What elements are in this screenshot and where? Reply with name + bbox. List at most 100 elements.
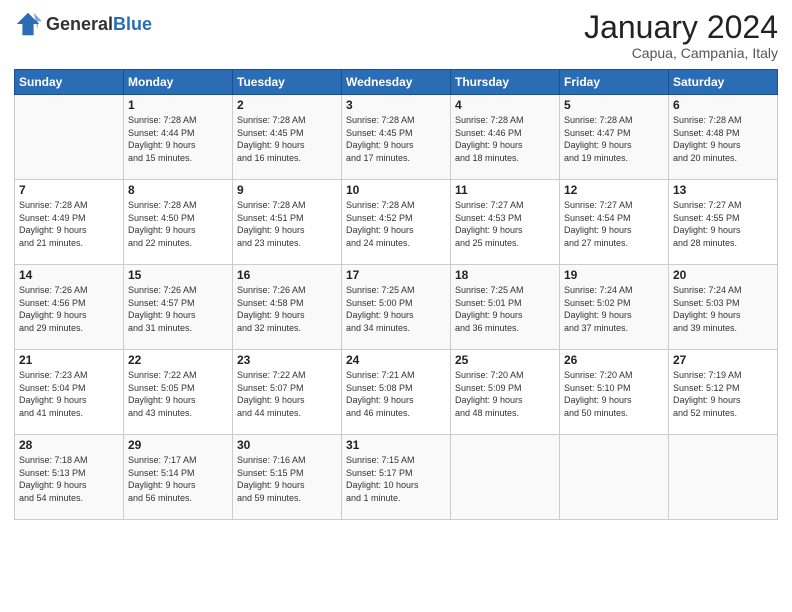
- calendar-cell: 29Sunrise: 7:17 AMSunset: 5:14 PMDayligh…: [124, 435, 233, 520]
- day-info: Sunrise: 7:28 AMSunset: 4:48 PMDaylight:…: [673, 114, 773, 164]
- day-info: Sunrise: 7:19 AMSunset: 5:12 PMDaylight:…: [673, 369, 773, 419]
- day-info: Sunrise: 7:28 AMSunset: 4:51 PMDaylight:…: [237, 199, 337, 249]
- calendar-cell: 10 Sunrise: 7:28 AMSunset: 4:52 PMDayligh…: [342, 180, 451, 265]
- day-info: Sunrise: 7:28 AMSunset: 4:45 PMDaylight:…: [237, 114, 337, 164]
- calendar-cell: 28 Sunrise: 7:18 AMSunset: 5:13 PMDayligh…: [15, 435, 124, 520]
- day-number: 30: [237, 438, 337, 452]
- day-number: 1: [128, 98, 228, 112]
- day-info: Sunrise: 7:27 AMSunset: 4:53 PMDaylight:…: [455, 199, 555, 249]
- day-info: Sunrise: 7:28 AMSunset: 4:44 PMDaylight:…: [128, 114, 228, 164]
- calendar-cell: 27 Sunrise: 7:19 AMSunset: 5:12 PMDayligh…: [669, 350, 778, 435]
- day-info: Sunrise: 7:21 AMSunset: 5:08 PMDaylight:…: [346, 369, 446, 419]
- calendar-cell: [669, 435, 778, 520]
- column-header-tuesday: Tuesday: [233, 70, 342, 95]
- day-info: Sunrise: 7:24 AMSunset: 5:02 PMDaylight:…: [564, 284, 664, 334]
- column-header-friday: Friday: [560, 70, 669, 95]
- calendar-cell: [560, 435, 669, 520]
- day-info: Sunrise: 7:23 AMSunset: 5:04 PMDaylight:…: [19, 369, 119, 419]
- day-number: 17: [346, 268, 446, 282]
- calendar-cell: 11 Sunrise: 7:27 AMSunset: 4:53 PMDayligh…: [451, 180, 560, 265]
- day-number: 16: [237, 268, 337, 282]
- calendar-cell: 8 Sunrise: 7:28 AMSunset: 4:50 PMDaylight…: [124, 180, 233, 265]
- day-info: Sunrise: 7:16 AMSunset: 5:15 PMDaylight:…: [237, 454, 337, 504]
- day-number: 3: [346, 98, 446, 112]
- column-header-thursday: Thursday: [451, 70, 560, 95]
- calendar-cell: 19Sunrise: 7:24 AMSunset: 5:02 PMDayligh…: [560, 265, 669, 350]
- logo-icon: [14, 10, 42, 38]
- day-number: 21: [19, 353, 119, 367]
- day-number: 29: [128, 438, 228, 452]
- calendar-cell: 12Sunrise: 7:27 AMSunset: 4:54 PMDayligh…: [560, 180, 669, 265]
- day-number: 6: [673, 98, 773, 112]
- calendar-cell: 1 Sunrise: 7:28 AMSunset: 4:44 PMDaylight…: [124, 95, 233, 180]
- page-container: GeneralBlue January 2024 Capua, Campania…: [0, 0, 792, 530]
- logo: GeneralBlue: [14, 10, 152, 38]
- day-info: Sunrise: 7:28 AMSunset: 4:50 PMDaylight:…: [128, 199, 228, 249]
- day-number: 24: [346, 353, 446, 367]
- day-number: 13: [673, 183, 773, 197]
- calendar-cell: 25 Sunrise: 7:20 AMSunset: 5:09 PMDayligh…: [451, 350, 560, 435]
- calendar-cell: 23Sunrise: 7:22 AMSunset: 5:07 PMDayligh…: [233, 350, 342, 435]
- column-header-monday: Monday: [124, 70, 233, 95]
- calendar-cell: 2 Sunrise: 7:28 AMSunset: 4:45 PMDaylight…: [233, 95, 342, 180]
- day-number: 23: [237, 353, 337, 367]
- day-number: 31: [346, 438, 446, 452]
- calendar-week-1: 1 Sunrise: 7:28 AMSunset: 4:44 PMDaylight…: [15, 95, 778, 180]
- day-number: 18: [455, 268, 555, 282]
- day-info: Sunrise: 7:25 AMSunset: 5:00 PMDaylight:…: [346, 284, 446, 334]
- logo-text: GeneralBlue: [46, 14, 152, 35]
- day-info: Sunrise: 7:25 AMSunset: 5:01 PMDaylight:…: [455, 284, 555, 334]
- title-block: January 2024 Capua, Campania, Italy: [584, 10, 778, 61]
- calendar-cell: 13 Sunrise: 7:27 AMSunset: 4:55 PMDayligh…: [669, 180, 778, 265]
- day-info: Sunrise: 7:26 AMSunset: 4:56 PMDaylight:…: [19, 284, 119, 334]
- day-number: 5: [564, 98, 664, 112]
- day-number: 14: [19, 268, 119, 282]
- day-info: Sunrise: 7:28 AMSunset: 4:46 PMDaylight:…: [455, 114, 555, 164]
- day-number: 2: [237, 98, 337, 112]
- logo-general: General: [46, 14, 113, 34]
- calendar-cell: 24 Sunrise: 7:21 AMSunset: 5:08 PMDayligh…: [342, 350, 451, 435]
- column-header-saturday: Saturday: [669, 70, 778, 95]
- calendar-cell: 31Sunrise: 7:15 AMSunset: 5:17 PMDayligh…: [342, 435, 451, 520]
- day-number: 26: [564, 353, 664, 367]
- day-number: 15: [128, 268, 228, 282]
- calendar-week-2: 7 Sunrise: 7:28 AMSunset: 4:49 PMDaylight…: [15, 180, 778, 265]
- calendar-cell: 6 Sunrise: 7:28 AMSunset: 4:48 PMDaylight…: [669, 95, 778, 180]
- column-header-sunday: Sunday: [15, 70, 124, 95]
- location-title: Capua, Campania, Italy: [584, 45, 778, 61]
- calendar-cell: 7 Sunrise: 7:28 AMSunset: 4:49 PMDaylight…: [15, 180, 124, 265]
- day-info: Sunrise: 7:20 AMSunset: 5:09 PMDaylight:…: [455, 369, 555, 419]
- calendar-table: SundayMondayTuesdayWednesdayThursdayFrid…: [14, 69, 778, 520]
- day-info: Sunrise: 7:18 AMSunset: 5:13 PMDaylight:…: [19, 454, 119, 504]
- calendar-cell: 3Sunrise: 7:28 AMSunset: 4:45 PMDaylight…: [342, 95, 451, 180]
- day-info: Sunrise: 7:27 AMSunset: 4:55 PMDaylight:…: [673, 199, 773, 249]
- day-number: 11: [455, 183, 555, 197]
- calendar-header-row: SundayMondayTuesdayWednesdayThursdayFrid…: [15, 70, 778, 95]
- day-number: 28: [19, 438, 119, 452]
- logo-blue: Blue: [113, 14, 152, 34]
- day-info: Sunrise: 7:28 AMSunset: 4:49 PMDaylight:…: [19, 199, 119, 249]
- calendar-cell: 16 Sunrise: 7:26 AMSunset: 4:58 PMDayligh…: [233, 265, 342, 350]
- day-number: 9: [237, 183, 337, 197]
- day-number: 7: [19, 183, 119, 197]
- day-info: Sunrise: 7:28 AMSunset: 4:52 PMDaylight:…: [346, 199, 446, 249]
- calendar-cell: 26 Sunrise: 7:20 AMSunset: 5:10 PMDayligh…: [560, 350, 669, 435]
- day-info: Sunrise: 7:26 AMSunset: 4:57 PMDaylight:…: [128, 284, 228, 334]
- day-number: 20: [673, 268, 773, 282]
- day-number: 25: [455, 353, 555, 367]
- calendar-week-4: 21 Sunrise: 7:23 AMSunset: 5:04 PMDayligh…: [15, 350, 778, 435]
- day-info: Sunrise: 7:26 AMSunset: 4:58 PMDaylight:…: [237, 284, 337, 334]
- calendar-cell: 18 Sunrise: 7:25 AMSunset: 5:01 PMDayligh…: [451, 265, 560, 350]
- day-number: 10: [346, 183, 446, 197]
- day-info: Sunrise: 7:20 AMSunset: 5:10 PMDaylight:…: [564, 369, 664, 419]
- day-info: Sunrise: 7:28 AMSunset: 4:47 PMDaylight:…: [564, 114, 664, 164]
- calendar-cell: 20Sunrise: 7:24 AMSunset: 5:03 PMDayligh…: [669, 265, 778, 350]
- calendar-cell: 22Sunrise: 7:22 AMSunset: 5:05 PMDayligh…: [124, 350, 233, 435]
- day-number: 8: [128, 183, 228, 197]
- day-number: 12: [564, 183, 664, 197]
- day-number: 27: [673, 353, 773, 367]
- calendar-cell: 30 Sunrise: 7:16 AMSunset: 5:15 PMDayligh…: [233, 435, 342, 520]
- calendar-cell: 14 Sunrise: 7:26 AMSunset: 4:56 PMDayligh…: [15, 265, 124, 350]
- calendar-week-5: 28 Sunrise: 7:18 AMSunset: 5:13 PMDayligh…: [15, 435, 778, 520]
- calendar-cell: 21 Sunrise: 7:23 AMSunset: 5:04 PMDayligh…: [15, 350, 124, 435]
